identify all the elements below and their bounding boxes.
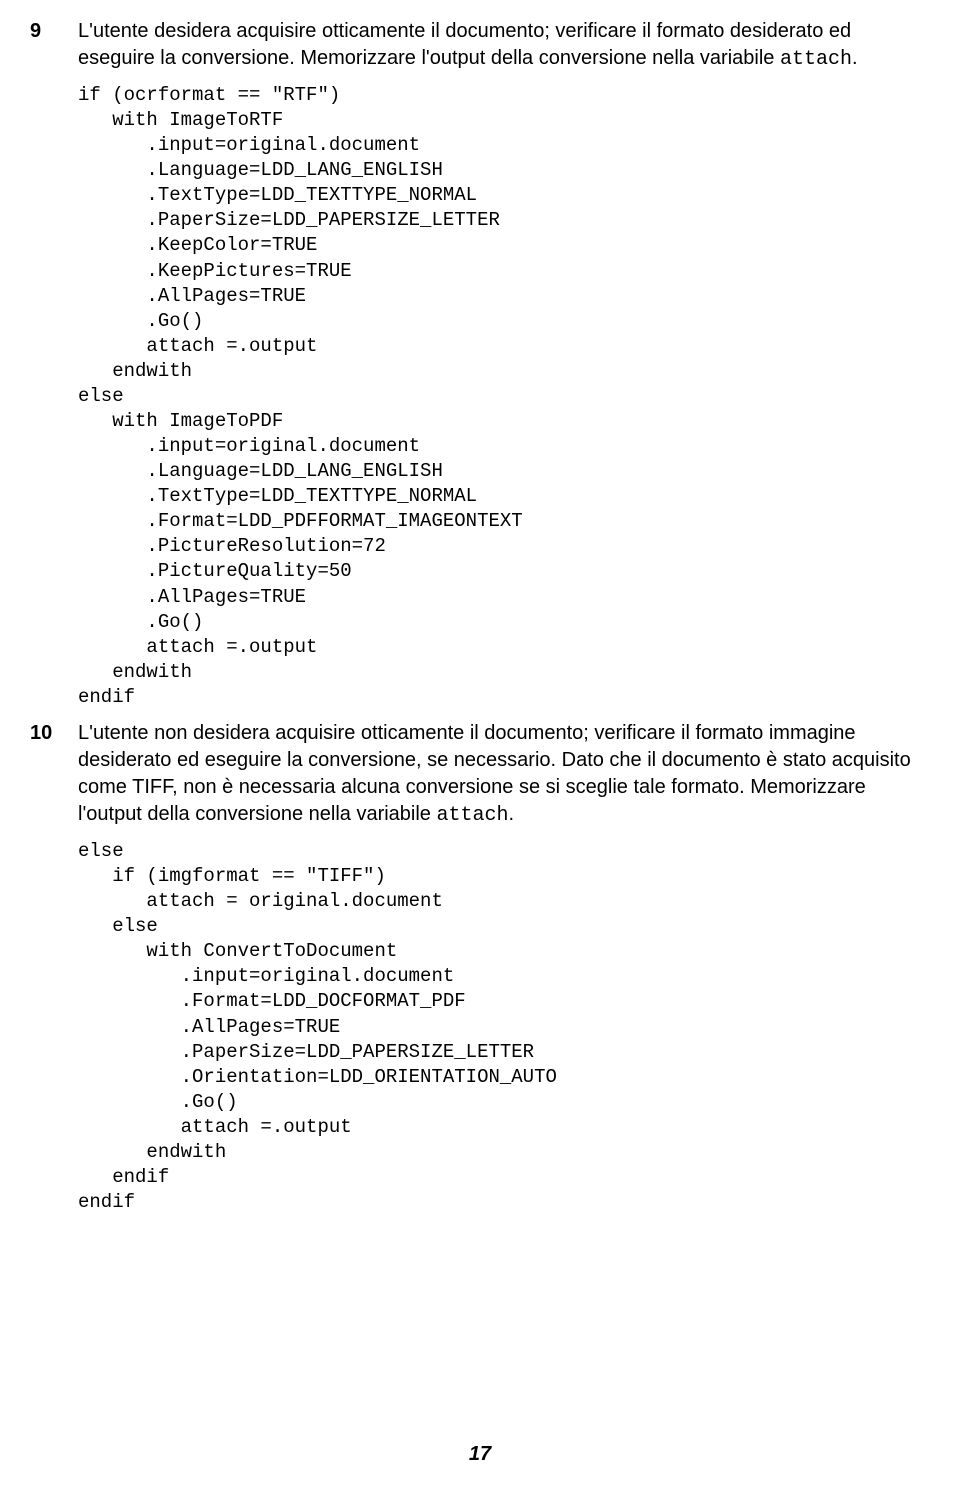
step-9-number: 9: [30, 18, 78, 45]
inline-code-attach: attach: [780, 48, 852, 71]
step-10: 10 L'utente non desidera acquisire ottic…: [30, 720, 930, 829]
code-block-2: else if (imgformat == "TIFF") attach = o…: [78, 839, 930, 1215]
inline-code-attach-2: attach: [437, 804, 509, 827]
step-10-text: L'utente non desidera acquisire otticame…: [78, 720, 930, 829]
code-block-1: if (ocrformat == "RTF") with ImageToRTF …: [78, 83, 930, 710]
step-10-number: 10: [30, 720, 78, 747]
page-number: 17: [0, 1443, 960, 1466]
step-9: 9 L'utente desidera acquisire otticament…: [30, 18, 930, 73]
step-10-body: L'utente non desidera acquisire otticame…: [78, 720, 930, 829]
step-9-body: L'utente desidera acquisire otticamente …: [78, 18, 930, 73]
step-9-text: L'utente desidera acquisire otticamente …: [78, 18, 930, 73]
